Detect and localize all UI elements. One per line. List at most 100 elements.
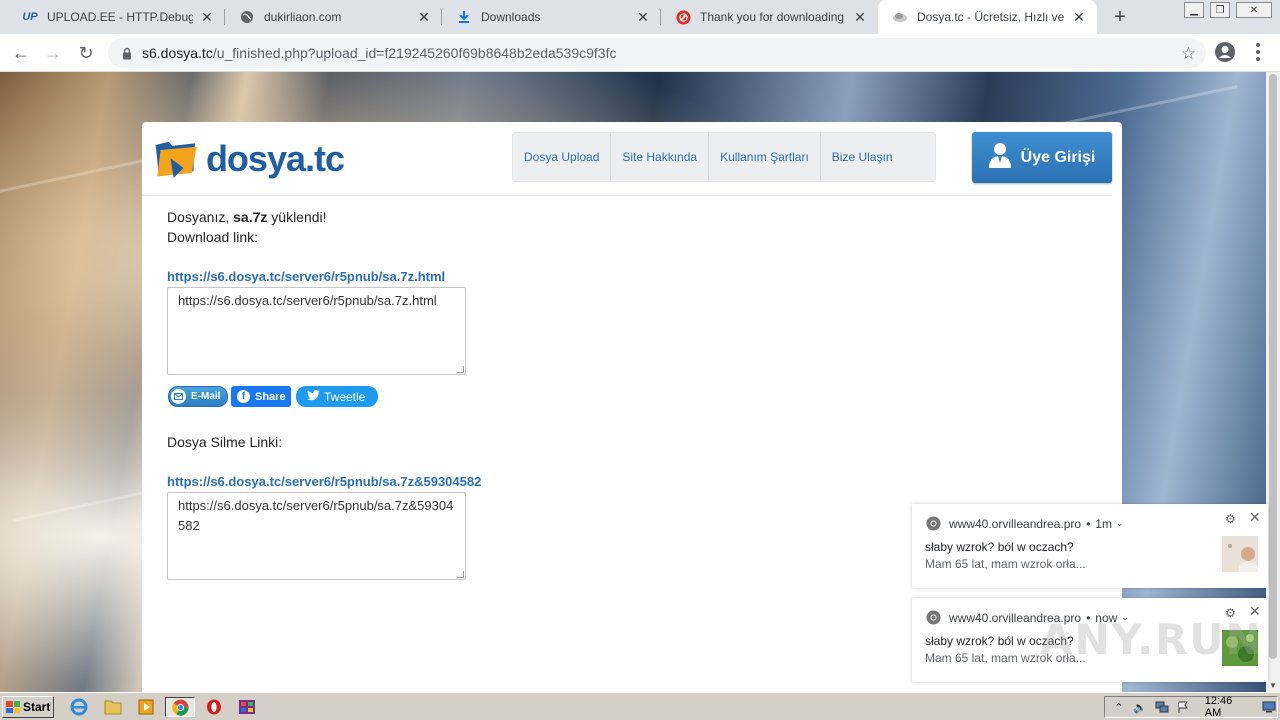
notification-body: Mam 65 lat, mam wzrok orła... (925, 557, 1086, 571)
chrome-taskbar-icon[interactable] (165, 697, 195, 717)
close-icon[interactable]: ✕ (199, 9, 215, 25)
upload-msg-prefix: Dosyanız, (167, 209, 234, 225)
divider (142, 195, 1112, 196)
tab-title: UPLOAD.EE - HTTP.Debugger.Pro (47, 10, 193, 24)
tab-dosya-active[interactable]: Dosya.tc - Ücretsiz, Hızlı ve Kolay ✕ (878, 0, 1097, 34)
windows-taskbar: Start ⌃ 🔈 12:46 AM (0, 692, 1280, 720)
close-icon[interactable]: ✕ (1249, 509, 1261, 526)
download-link-textarea[interactable]: https://s6.dosya.tc/server6/r5pnub/sa.7z… (167, 287, 466, 375)
minimize-button[interactable]: ▁ (1184, 2, 1204, 18)
page-scrollbar[interactable]: ▼ (1266, 72, 1280, 692)
logo-brand: dosya (205, 138, 306, 179)
notification-source: www40.orvilleandrea.pro (949, 516, 1082, 531)
windows-logo-icon (6, 701, 20, 713)
tab-strip: UP UPLOAD.EE - HTTP.Debugger.Pro ✕ dukir… (0, 0, 1280, 34)
folder-logo-icon (155, 141, 197, 178)
email-label: E-Mail (191, 391, 221, 402)
site-navigation: Dosya Upload Site Hakkında Kullanım Şart… (512, 132, 936, 182)
twitter-bird-icon (307, 389, 320, 404)
twitter-share-button[interactable]: Tweetle (296, 386, 378, 407)
menu-icon[interactable] (1250, 41, 1266, 63)
tray-expand-icon[interactable]: ⌃ (1111, 699, 1126, 715)
notification-title: słaby wzrok? ból w oczach? (925, 540, 1074, 554)
tab-title: Thank you for downloading HTTP (700, 10, 846, 24)
user-icon (988, 142, 1011, 173)
network-icon[interactable] (1154, 699, 1169, 715)
nav-dosya-upload[interactable]: Dosya Upload (513, 133, 612, 181)
dosya-icon (892, 9, 908, 25)
chevron-down-icon[interactable]: ⌄ (1116, 518, 1124, 529)
window-close-button[interactable]: ✕ (1236, 2, 1272, 18)
upload-ee-icon: UP (22, 11, 38, 23)
download-label: Download link: (167, 229, 259, 245)
star-icon[interactable]: ☆ (1181, 44, 1196, 64)
show-desktop-icon[interactable] (1262, 699, 1277, 715)
nav-bize-ulasin[interactable]: Bize Ulaşın (821, 133, 935, 181)
download-box-text: https://s6.dosya.tc/server6/r5pnub/sa.7z… (178, 293, 437, 308)
close-icon[interactable]: ✕ (635, 9, 651, 25)
maximize-button[interactable]: ❐ (1210, 2, 1230, 18)
delete-label: Dosya Silme Linki: (167, 434, 283, 450)
archive-app-icon[interactable] (236, 697, 258, 717)
close-icon[interactable]: ✕ (852, 9, 868, 25)
resize-handle[interactable] (457, 366, 464, 373)
tab-dukirliaon[interactable]: dukirliaon.com ✕ (225, 0, 442, 34)
forward-button[interactable]: → (40, 40, 66, 66)
tab-downloads[interactable]: Downloads ✕ (442, 0, 661, 34)
globe-icon (239, 9, 255, 25)
resize-handle[interactable] (457, 571, 464, 578)
media-player-icon[interactable] (135, 697, 157, 717)
tab-title: dukirliaon.com (264, 10, 342, 24)
twitter-label: Tweetle (324, 389, 366, 404)
download-link[interactable]: https://s6.dosya.tc/server6/r5pnub/sa.7z… (167, 269, 445, 284)
opera-icon[interactable] (203, 697, 225, 717)
nav-site-hakkinda[interactable]: Site Hakkında (611, 133, 710, 181)
scrollbar-thumb[interactable] (1269, 74, 1277, 659)
url-path: /u_finished.php?upload_id=f219245260f69b… (212, 45, 617, 61)
site-logo[interactable]: dosya.tc (154, 134, 345, 184)
flag-icon[interactable] (1175, 699, 1190, 715)
delete-link-textarea[interactable]: https://s6.dosya.tc/server6/r5pnub/sa.7z… (167, 492, 466, 580)
browser-toolbar: ← → ↻ s6.dosya.tc/u_finished.php?upload_… (0, 34, 1280, 72)
facebook-share-button[interactable]: f Share (231, 386, 291, 407)
watermark-logo: ANY.RUN (1040, 615, 1263, 664)
system-clock[interactable]: 12:46 AM (1205, 695, 1250, 719)
internet-explorer-icon[interactable] (68, 697, 90, 717)
email-icon (171, 389, 186, 404)
file-explorer-icon[interactable] (102, 697, 124, 717)
login-button[interactable]: Üye Girişi (972, 132, 1112, 183)
profile-icon[interactable] (1214, 41, 1236, 63)
tab-upload-ee[interactable]: UP UPLOAD.EE - HTTP.Debugger.Pro ✕ (8, 0, 225, 34)
login-label: Üye Girişi (1020, 148, 1096, 166)
delete-link[interactable]: https://s6.dosya.tc/server6/r5pnub/sa.7z… (167, 474, 481, 489)
notification-header: www40.orvilleandrea.pro • 1m ⌄ (926, 516, 1124, 531)
lock-icon[interactable] (120, 46, 134, 60)
push-notification[interactable]: www40.orvilleandrea.pro • 1m ⌄ ⚙ ✕ słaby… (912, 504, 1268, 588)
upload-msg-suffix: yüklendi! (267, 209, 327, 225)
logo-tld: .tc (304, 138, 345, 179)
download-icon (456, 9, 472, 25)
start-label: Start (23, 700, 51, 714)
gear-icon[interactable]: ⚙ (1225, 512, 1236, 526)
url-text: s6.dosya.tc/u_finished.php?upload_id=f21… (142, 45, 616, 61)
close-icon[interactable]: ✕ (416, 9, 432, 25)
scroll-down-icon[interactable]: ▼ (1269, 681, 1277, 690)
address-bar[interactable]: s6.dosya.tc/u_finished.php?upload_id=f21… (108, 38, 1206, 68)
new-tab-button[interactable]: + (1108, 5, 1132, 29)
chrome-icon (926, 610, 941, 625)
bullet-separator: • (1086, 516, 1091, 531)
reload-button[interactable]: ↻ (73, 40, 99, 66)
start-button[interactable]: Start (2, 696, 54, 718)
tab-thank-you[interactable]: Thank you for downloading HTTP ✕ (661, 0, 878, 34)
notification-thumbnail (1222, 536, 1258, 572)
notification-time: 1m (1095, 516, 1112, 531)
file-name: sa.7z (233, 209, 268, 225)
chrome-icon (926, 516, 941, 531)
nav-kullanim-sartlari[interactable]: Kullanım Şartları (709, 133, 821, 181)
email-share-button[interactable]: E-Mail (168, 386, 228, 407)
share-buttons: E-Mail f Share Tweetle (168, 386, 381, 407)
tab-title: Downloads (481, 10, 541, 24)
volume-icon[interactable]: 🔈 (1132, 699, 1147, 715)
back-button[interactable]: ← (8, 40, 34, 66)
close-icon[interactable]: ✕ (1071, 9, 1087, 25)
